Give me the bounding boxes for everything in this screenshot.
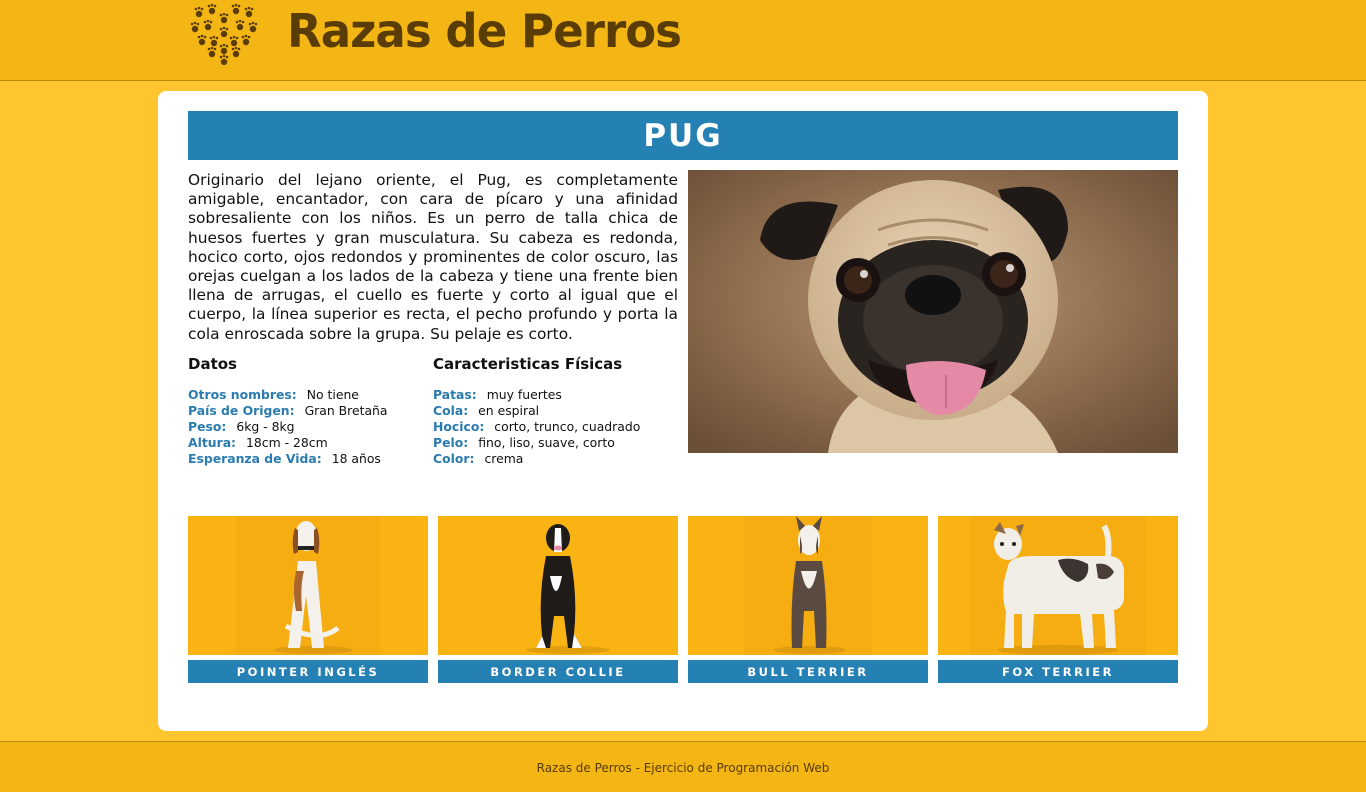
breed-description: Originario del lejano oriente, el Pug, e… <box>188 171 678 343</box>
fisicas-section: Caracteristicas Físicas Patas: muy fuerte… <box>433 355 683 467</box>
fisicas-key: Pelo: <box>433 435 469 450</box>
fisicas-value: corto, trunco, cuadrado <box>494 419 641 434</box>
datos-key: País de Origen: <box>188 403 295 418</box>
gallery-item-bull-terrier[interactable]: BULL TERRIER <box>688 516 928 683</box>
site-header: Razas de Perros <box>0 0 1366 81</box>
datos-key: Otros nombres: <box>188 387 297 402</box>
breed-card: PUG Originario del lejano oriente, el Pu… <box>158 91 1208 731</box>
datos-row: Peso: 6kg - 8kg <box>188 419 428 435</box>
border-collie-photo[interactable] <box>438 516 678 655</box>
fisicas-value: muy fuertes <box>486 387 562 402</box>
datos-heading: Datos <box>188 355 237 373</box>
fisicas-value: fino, liso, suave, corto <box>478 435 615 450</box>
datos-value: No tiene <box>306 387 359 402</box>
pointer-ingles-photo[interactable] <box>188 516 428 655</box>
fisicas-value: crema <box>484 451 524 466</box>
fisicas-key: Cola: <box>433 403 469 418</box>
bull-terrier-photo[interactable] <box>688 516 928 655</box>
gallery-label[interactable]: FOX TERRIER <box>938 660 1178 683</box>
datos-value: 6kg - 8kg <box>236 419 295 434</box>
gallery-label[interactable]: BULL TERRIER <box>688 660 928 683</box>
fisicas-row: Cola: en espiral <box>433 403 683 419</box>
datos-key: Esperanza de Vida: <box>188 451 322 466</box>
site-title[interactable]: Razas de Perros <box>287 4 682 58</box>
datos-row: Esperanza de Vida: 18 años <box>188 451 428 467</box>
pug-photo <box>688 170 1178 453</box>
heart-paw-icon[interactable] <box>190 3 258 65</box>
gallery-label[interactable]: POINTER INGLÉS <box>188 660 428 683</box>
fisicas-row: Hocico: corto, trunco, cuadrado <box>433 419 683 435</box>
fisicas-row: Pelo: fino, liso, suave, corto <box>433 435 683 451</box>
fisicas-key: Color: <box>433 451 475 466</box>
fisicas-key: Hocico: <box>433 419 485 434</box>
datos-value: 18 años <box>331 451 381 466</box>
gallery-item-border-collie[interactable]: BORDER COLLIE <box>438 516 678 683</box>
footer-text: Razas de Perros - Ejercicio de Programac… <box>536 761 830 775</box>
datos-row: Altura: 18cm - 28cm <box>188 435 428 451</box>
datos-row: Otros nombres: No tiene <box>188 387 428 403</box>
datos-section: Datos Otros nombres: No tiene País de Ori… <box>188 355 428 467</box>
datos-row: País de Origen: Gran Bretaña <box>188 403 428 419</box>
gallery-item-pointer-ingles[interactable]: POINTER INGLÉS <box>188 516 428 683</box>
fisicas-value: en espiral <box>478 403 540 418</box>
gallery-item-fox-terrier[interactable]: FOX TERRIER <box>938 516 1178 683</box>
gallery-label[interactable]: BORDER COLLIE <box>438 660 678 683</box>
fisicas-row: Patas: muy fuertes <box>433 387 683 403</box>
fisicas-heading: Caracteristicas Físicas <box>433 355 623 373</box>
datos-value: 18cm - 28cm <box>246 435 328 450</box>
datos-key: Peso: <box>188 419 227 434</box>
datos-key: Altura: <box>188 435 237 450</box>
datos-value: Gran Bretaña <box>304 403 388 418</box>
fox-terrier-photo[interactable] <box>938 516 1178 655</box>
fisicas-row: Color: crema <box>433 451 683 467</box>
site-footer: Razas de Perros - Ejercicio de Programac… <box>0 741 1366 792</box>
fisicas-key: Patas: <box>433 387 477 402</box>
breed-title: PUG <box>188 111 1178 160</box>
